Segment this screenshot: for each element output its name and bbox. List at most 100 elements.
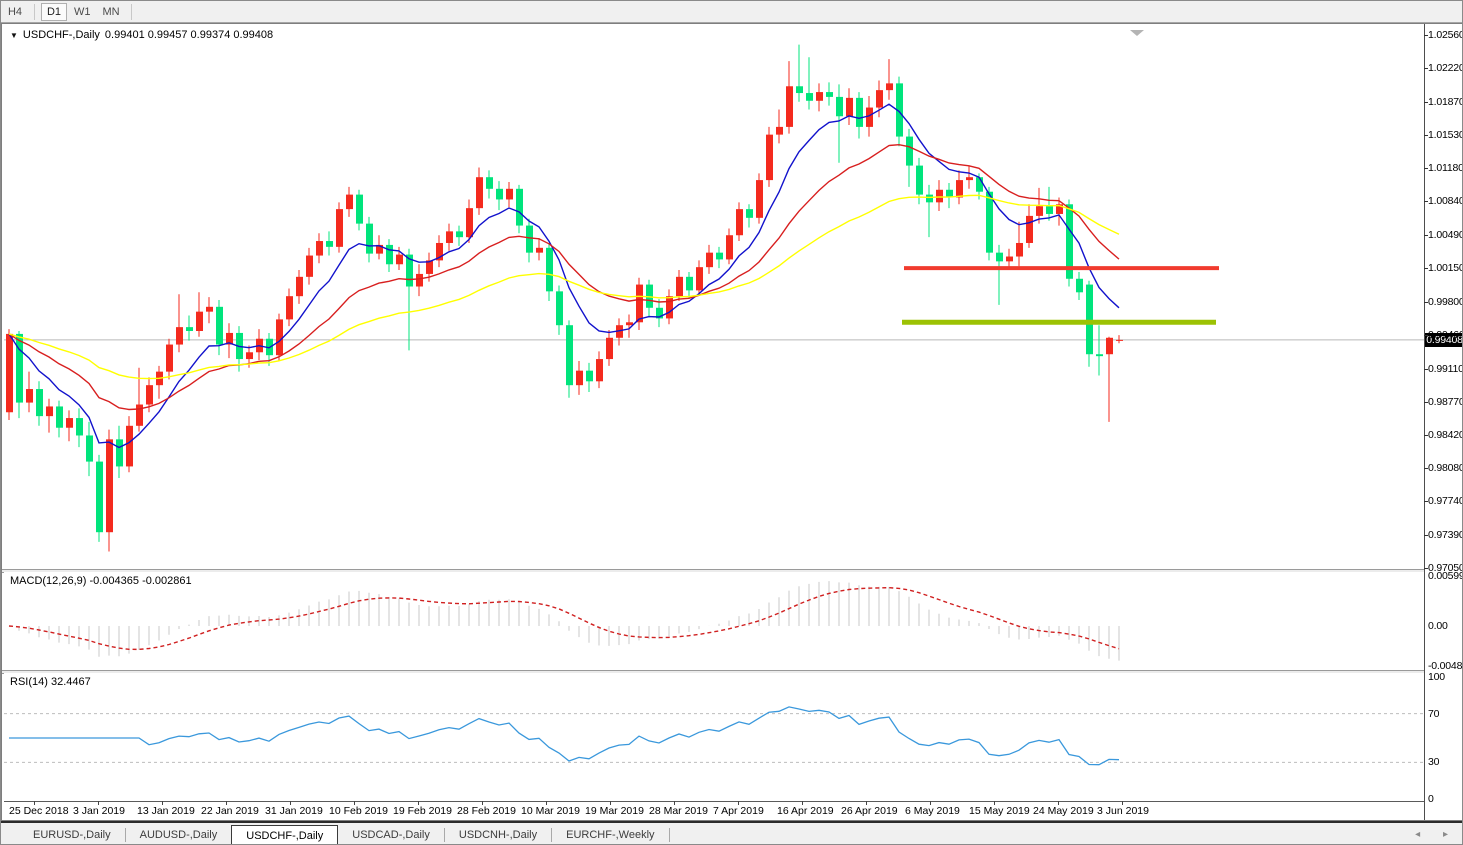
date-axis-tick: [354, 801, 355, 805]
axis-tick: [1424, 235, 1428, 236]
axis-tick: [1424, 435, 1428, 436]
price-axis[interactable]: 0.99408 1.025601.022201.018701.015301.01…: [1424, 24, 1463, 820]
axis-tick: [1424, 568, 1428, 569]
date-axis-tick: [482, 801, 483, 805]
date-axis-label: 10 Feb 2019: [329, 805, 388, 817]
tab-usdcnh-daily[interactable]: USDCNH-,Daily: [445, 825, 551, 845]
price-axis-label: 1.01530: [1428, 129, 1463, 141]
date-axis-label: 24 May 2019: [1033, 805, 1094, 817]
date-axis-label: 16 Apr 2019: [777, 805, 834, 817]
date-axis-tick: [1058, 801, 1059, 805]
axis-tick: [1424, 335, 1428, 336]
axis-tick: [1424, 501, 1428, 502]
axis-tick: [1424, 201, 1428, 202]
rsi-label: RSI(14) 32.4467: [10, 676, 91, 688]
tab-separator: [669, 828, 670, 842]
date-axis-label: 7 Apr 2019: [713, 805, 764, 817]
rsi-indicator-panel[interactable]: RSI(14) 32.4467: [4, 673, 1426, 801]
axis-tick: [1424, 369, 1428, 370]
date-axis-tick: [418, 801, 419, 805]
rsi-axis-label: 70: [1428, 708, 1439, 720]
tab-eurusd-daily[interactable]: EURUSD-,Daily: [19, 825, 125, 845]
macd-chart: [4, 572, 1426, 670]
toolbar-separator: [34, 4, 35, 20]
terminal-window: H4 D1 W1 MN ▼ USDCHF-,Daily 0.99401 0.99…: [0, 0, 1463, 845]
rsi-chart: [4, 673, 1426, 801]
date-axis-tick: [994, 801, 995, 805]
tab-scroll-left-icon[interactable]: ◂: [1415, 829, 1430, 840]
date-axis-label: 19 Mar 2019: [585, 805, 644, 817]
timeframe-h4-button[interactable]: H4: [2, 3, 28, 21]
axis-tick: [1424, 302, 1428, 303]
date-axis-label: 13 Jan 2019: [137, 805, 195, 817]
macd-label: MACD(12,26,9) -0.004365 -0.002861: [10, 575, 192, 587]
price-axis-label: 1.02220: [1428, 62, 1463, 74]
tab-audusd-daily[interactable]: AUDUSD-,Daily: [126, 825, 232, 845]
candlestick-chart[interactable]: [4, 26, 1426, 569]
date-axis-label: 26 Apr 2019: [841, 805, 898, 817]
tab-usdcad-daily[interactable]: USDCAD-,Daily: [338, 825, 444, 845]
macd-axis-label: 0.005999: [1428, 570, 1463, 582]
timeframe-mn-button[interactable]: MN: [98, 3, 125, 21]
price-axis-label: 0.99460: [1428, 329, 1463, 341]
axis-tick: [1424, 268, 1428, 269]
date-axis-tick: [802, 801, 803, 805]
date-axis-label: 28 Mar 2019: [649, 805, 708, 817]
price-axis-label: 1.00490: [1428, 229, 1463, 241]
timeframe-w1-button[interactable]: W1: [69, 3, 96, 21]
ma-fast-blue: [9, 104, 1119, 447]
price-axis-label: 0.97390: [1428, 529, 1463, 541]
macd-signal-line: [9, 588, 1119, 650]
tab-eurchf-weekly[interactable]: EURCHF-,Weekly: [552, 825, 668, 845]
axis-tick: [1424, 468, 1428, 469]
ma-slow-yellow: [9, 195, 1119, 378]
date-axis-label: 19 Feb 2019: [393, 805, 452, 817]
rsi-line: [9, 707, 1119, 765]
price-axis-label: 1.01180: [1428, 162, 1463, 174]
chart-symbol-label: USDCHF-,Daily: [23, 29, 100, 41]
date-axis-label: 28 Feb 2019: [457, 805, 516, 817]
date-axis-tick: [34, 801, 35, 805]
tab-scroll-right-icon[interactable]: ▸: [1443, 829, 1458, 840]
axis-tick: [1424, 535, 1428, 536]
tab-usdchf-daily[interactable]: USDCHF-,Daily: [231, 825, 338, 845]
tab-scroll-arrows[interactable]: ◂ ▸: [1415, 829, 1458, 840]
chart-window: ▼ USDCHF-,Daily 0.99401 0.99457 0.99374 …: [1, 23, 1463, 821]
axis-tick: [1424, 402, 1428, 403]
symbol-dropdown-icon[interactable]: ▼: [10, 31, 18, 40]
date-axis-label: 31 Jan 2019: [265, 805, 323, 817]
axis-tick: [1424, 135, 1428, 136]
price-axis-label: 1.01870: [1428, 96, 1463, 108]
date-axis-tick: [866, 801, 867, 805]
date-axis-label: 3 Jan 2019: [73, 805, 125, 817]
axis-tick: [1424, 102, 1428, 103]
chart-ohlc-values: 0.99401 0.99457 0.99374 0.99408: [105, 29, 273, 41]
date-axis-label: 22 Jan 2019: [201, 805, 259, 817]
date-axis-tick: [610, 801, 611, 805]
macd-indicator-panel[interactable]: MACD(12,26,9) -0.004365 -0.002861: [4, 572, 1426, 670]
rsi-axis-label: 0: [1428, 793, 1434, 805]
timeframe-d1-button[interactable]: D1: [41, 3, 67, 21]
date-axis-tick: [546, 801, 547, 805]
chart-title: ▼ USDCHF-,Daily 0.99401 0.99457 0.99374 …: [10, 29, 273, 41]
ma-mid-red: [9, 145, 1119, 410]
date-axis[interactable]: 25 Dec 20183 Jan 201913 Jan 201922 Jan 2…: [4, 801, 1424, 820]
main-price-panel[interactable]: ▼ USDCHF-,Daily 0.99401 0.99457 0.99374 …: [4, 26, 1426, 569]
date-axis-label: 15 May 2019: [969, 805, 1030, 817]
rsi-axis-label: 100: [1428, 671, 1445, 683]
rsi-axis-label: 30: [1428, 756, 1439, 768]
date-axis-tick: [98, 801, 99, 805]
price-axis-label: 1.00150: [1428, 262, 1463, 274]
chart-shift-marker-icon[interactable]: [1130, 30, 1144, 36]
date-axis-label: 3 Jun 2019: [1097, 805, 1149, 817]
axis-tick: [1424, 168, 1428, 169]
price-axis-label: 0.98420: [1428, 429, 1463, 441]
date-axis-tick: [226, 801, 227, 805]
axis-tick: [1424, 35, 1428, 36]
axis-tick: [1424, 68, 1428, 69]
date-axis-label: 6 May 2019: [905, 805, 960, 817]
toolbar-separator: [131, 4, 132, 20]
date-axis-tick: [930, 801, 931, 805]
chart-tab-bar: EURUSD-,Daily AUDUSD-,Daily USDCHF-,Dail…: [1, 821, 1463, 845]
date-axis-tick: [674, 801, 675, 805]
